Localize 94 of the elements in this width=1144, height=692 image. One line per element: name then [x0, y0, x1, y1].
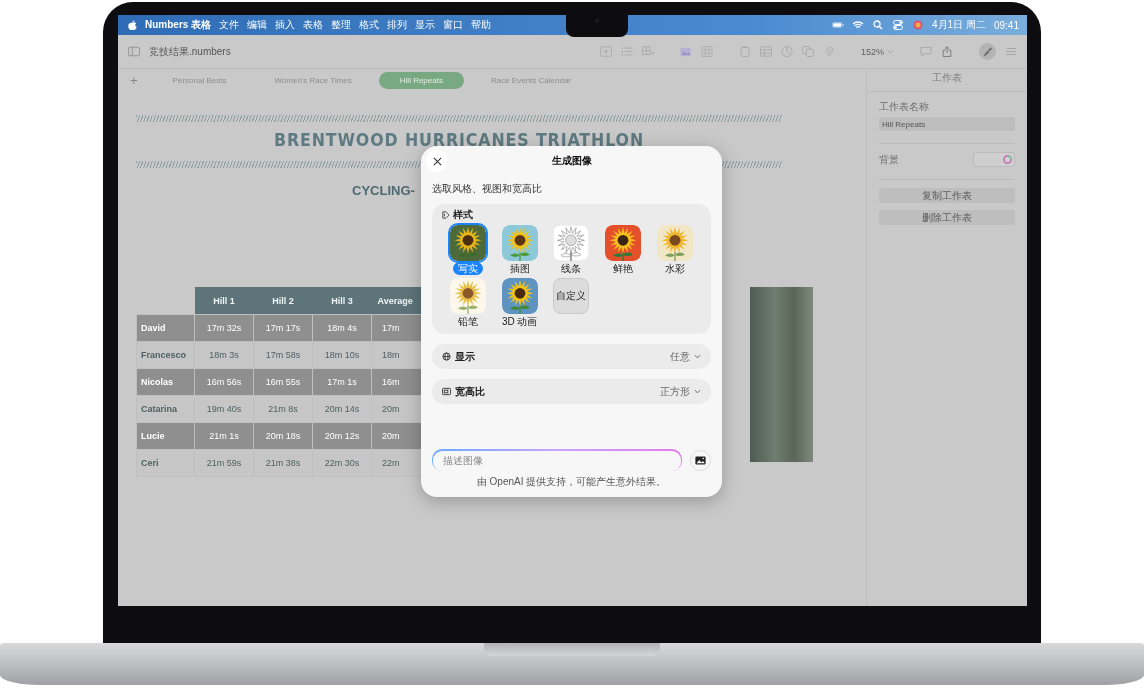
- sidebar-button[interactable]: 删除工作表: [879, 210, 1015, 225]
- disclaimer-text: 由 OpenAI 提供支持，可能产生意外结果。: [475, 475, 668, 489]
- close-button[interactable]: [426, 150, 448, 172]
- add-box-icon[interactable]: [599, 46, 612, 57]
- document-title: 竞技结果.numbers: [149, 44, 231, 59]
- row-header: Francesco: [136, 341, 195, 369]
- style-label: 水彩: [664, 262, 687, 275]
- option-row[interactable]: 宽高比 正方形: [432, 379, 711, 404]
- row-header: David: [136, 314, 195, 342]
- option-label: 宽高比: [455, 384, 486, 399]
- sunflower-thumbnail[interactable]: [449, 225, 486, 261]
- style-label: 3D 动画: [500, 315, 539, 328]
- style-option[interactable]: 自定义: [553, 278, 590, 314]
- share-icon[interactable]: [941, 46, 953, 57]
- column-header: Hill 2: [253, 287, 313, 315]
- sheet-name-field[interactable]: Hill Repeats: [879, 117, 1015, 131]
- sheet-tab[interactable]: Hill Repeats: [378, 71, 464, 89]
- menu-item[interactable]: 格式: [359, 18, 380, 32]
- battery-icon[interactable]: [832, 20, 845, 30]
- sidebar-icon[interactable]: [128, 46, 140, 57]
- chart-icon[interactable]: [780, 46, 793, 57]
- clipboard-icon[interactable]: [738, 46, 751, 57]
- menu-item[interactable]: 帮助: [471, 18, 492, 32]
- sunflower-thumbnail[interactable]: [501, 278, 538, 314]
- color-well[interactable]: [973, 152, 1015, 167]
- color-wheel-icon[interactable]: [1003, 155, 1012, 164]
- option-label: 显示: [455, 349, 476, 364]
- style-label: 鲜艳: [612, 262, 635, 275]
- chevron-down-icon: [694, 354, 701, 359]
- paintbrush-icon[interactable]: [979, 43, 996, 60]
- dialog-title: 生成图像: [550, 154, 593, 168]
- sunflower-thumbnail[interactable]: [553, 225, 590, 261]
- close-icon[interactable]: [432, 156, 442, 166]
- style-label: 写实: [452, 262, 483, 275]
- table-cell: 18m 4s: [312, 314, 372, 342]
- image-button[interactable]: [690, 449, 711, 471]
- list-icon[interactable]: [620, 46, 633, 57]
- sheet-title: BRENTWOOD HURRICANES TRIATHLON: [272, 128, 646, 152]
- menu-item[interactable]: 文件: [219, 18, 240, 32]
- sunflower-thumbnail[interactable]: [501, 225, 538, 261]
- style-label: 线条: [560, 262, 583, 275]
- option-value: 正方形: [660, 384, 690, 399]
- table-icon[interactable]: [759, 46, 772, 57]
- prompt-field[interactable]: 描述图像: [432, 449, 682, 471]
- chevron-down-icon: [694, 389, 701, 394]
- menu-item[interactable]: 插入: [275, 18, 296, 32]
- table-cell: 17m 32s: [194, 314, 254, 342]
- menu-item[interactable]: 编辑: [247, 18, 268, 32]
- menu-bar-time[interactable]: 09:41: [993, 19, 1019, 31]
- caret-icon[interactable]: [887, 49, 894, 54]
- brush-icon: [442, 211, 450, 219]
- wifi-icon[interactable]: [852, 20, 865, 30]
- menu-item[interactable]: 整理: [331, 18, 352, 32]
- dialog-subtitle: 选取风格、视图和宽高比: [432, 182, 543, 196]
- option-row[interactable]: 显示 任意: [432, 344, 711, 369]
- section-heading: 样式: [453, 208, 473, 222]
- sheet-subtitle: CYCLING-: [352, 183, 415, 198]
- field-label: 背景: [879, 152, 899, 167]
- table-add-icon[interactable]: [641, 46, 654, 57]
- row-header: Catarina: [136, 395, 195, 423]
- comment-icon[interactable]: [920, 46, 932, 57]
- row-header: Nicolas: [136, 368, 195, 396]
- row-header: Ceri: [136, 449, 195, 477]
- sunflower-thumbnail[interactable]: [657, 225, 694, 261]
- menu-item[interactable]: 显示: [415, 18, 436, 32]
- siri-icon[interactable]: [912, 20, 925, 30]
- menu-item[interactable]: Numbers 表格: [145, 18, 212, 32]
- table-cell: 17m 17s: [253, 314, 313, 342]
- menu-icon[interactable]: [1005, 46, 1017, 57]
- column-header: Hill 3: [312, 287, 372, 315]
- grid-icon[interactable]: [700, 46, 713, 57]
- paperclip-icon[interactable]: [822, 46, 835, 57]
- shapes-icon[interactable]: [801, 46, 814, 57]
- sidebar-header: 工作表: [867, 69, 1027, 92]
- row-header: Lucie: [136, 422, 195, 450]
- style-label: 插图: [508, 262, 531, 275]
- field-label: 工作表名称: [879, 100, 930, 114]
- menu-item[interactable]: 排列: [387, 18, 408, 32]
- image-icon[interactable]: [695, 455, 706, 465]
- column-header: Hill 1: [194, 287, 254, 315]
- apple-logo-icon[interactable]: [128, 19, 137, 31]
- zoom-menu[interactable]: 152%: [860, 46, 884, 57]
- style-label: 铅笔: [456, 315, 479, 328]
- sunflower-thumbnail[interactable]: [449, 278, 486, 314]
- frame-icon: [442, 387, 451, 396]
- menu-item[interactable]: 表格: [303, 18, 324, 32]
- sidebar-button[interactable]: 复制工作表: [879, 188, 1015, 203]
- option-value: 任意: [670, 349, 690, 364]
- globe-icon: [442, 352, 451, 361]
- menu-item[interactable]: 窗口: [443, 18, 464, 32]
- control-center-icon[interactable]: [892, 20, 905, 30]
- sunflower-thumbnail[interactable]: [605, 225, 642, 261]
- search-icon[interactable]: [872, 20, 885, 30]
- menu-bar-date[interactable]: 4月1日 周二: [932, 18, 986, 32]
